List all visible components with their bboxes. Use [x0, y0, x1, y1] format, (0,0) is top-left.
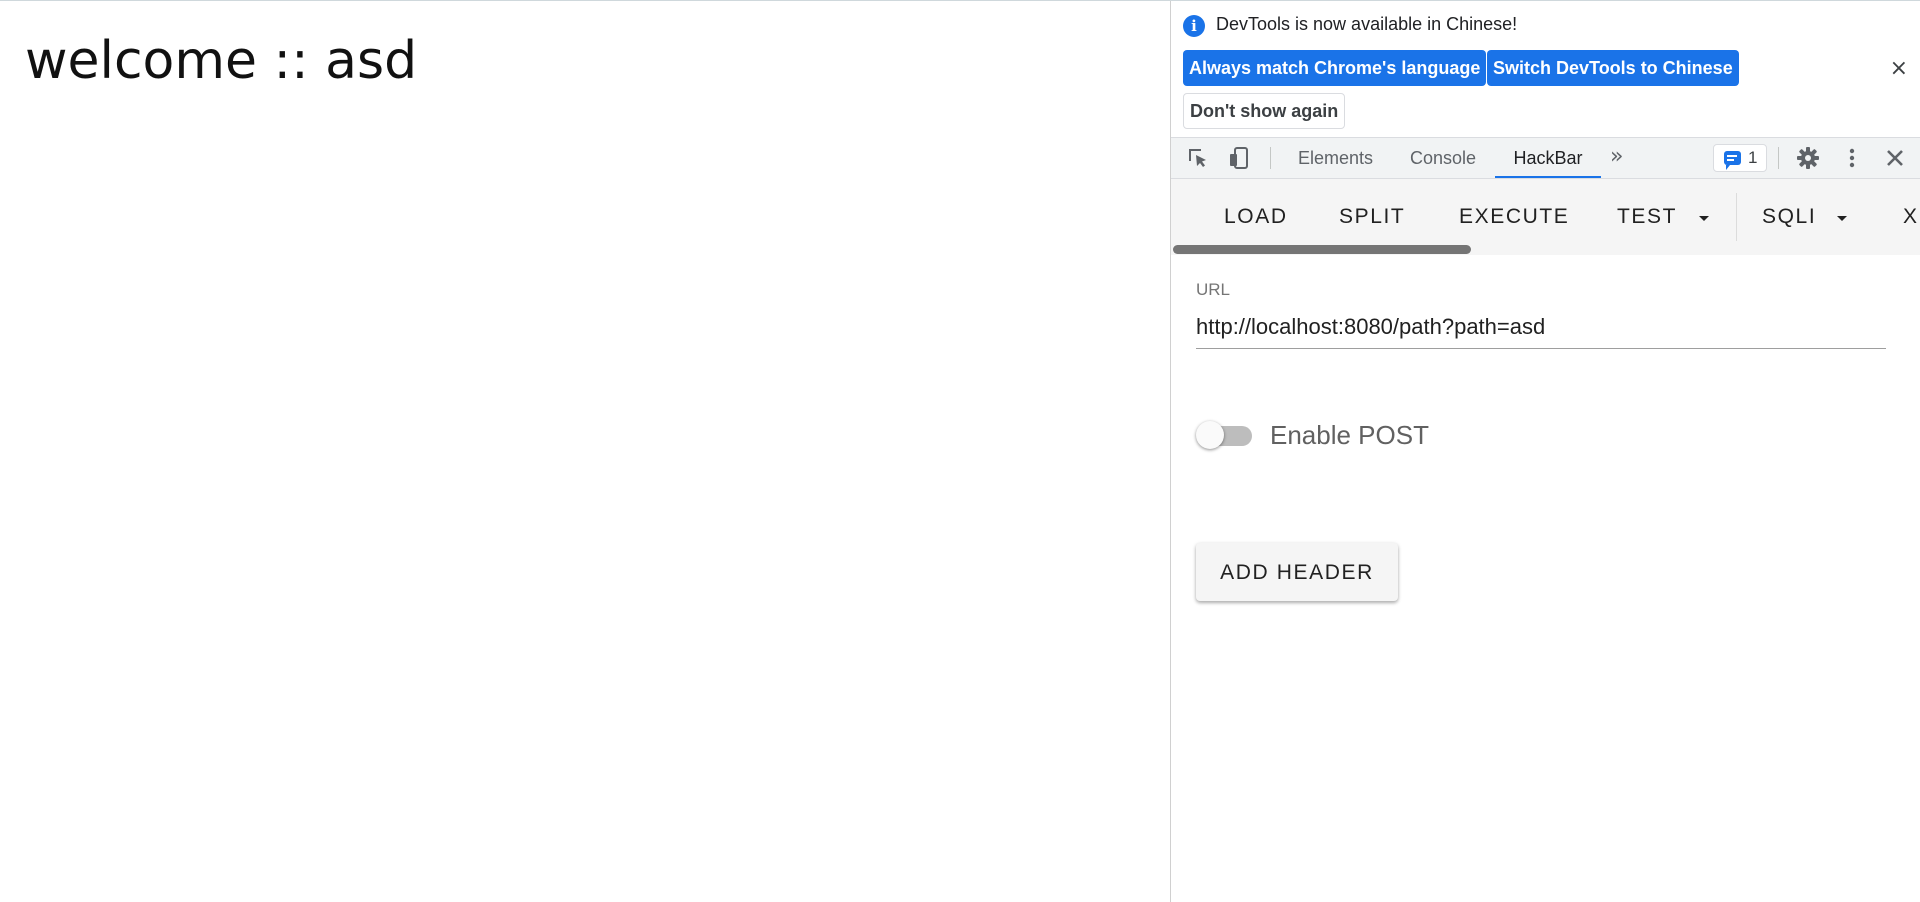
sqli-dropdown-caret-icon [1837, 216, 1847, 221]
load-button[interactable]: LOAD [1224, 205, 1288, 229]
hackbar-menu: LOAD SPLIT EXECUTE TEST SQLI X [1171, 179, 1920, 255]
inspect-element-icon[interactable] [1186, 146, 1210, 170]
next-menu-button-partial[interactable]: X [1903, 205, 1919, 229]
menu-separator [1736, 193, 1737, 241]
tab-console[interactable]: Console [1410, 138, 1482, 178]
more-tabs-icon[interactable]: » [1610, 144, 1623, 169]
tab-elements[interactable]: Elements [1298, 138, 1378, 178]
device-toolbar-icon[interactable] [1227, 146, 1251, 170]
language-infobar: i DevTools is now available in Chinese! … [1171, 1, 1920, 137]
always-match-language-button[interactable]: Always match Chrome's language [1183, 50, 1487, 86]
sqli-menu-button[interactable]: SQLI [1762, 205, 1816, 229]
enable-post-toggle[interactable] [1196, 420, 1256, 450]
toggle-thumb [1196, 421, 1224, 449]
info-icon: i [1183, 15, 1205, 37]
test-menu-button[interactable]: TEST [1617, 205, 1677, 229]
toolbar-separator [1778, 147, 1779, 169]
switch-to-chinese-button[interactable]: Switch DevTools to Chinese [1487, 50, 1739, 86]
tab-hackbar[interactable]: HackBar [1495, 138, 1601, 178]
close-infobar-icon[interactable]: × [1890, 56, 1908, 81]
issues-count: 1 [1748, 148, 1758, 167]
url-input[interactable] [1196, 305, 1886, 349]
devtools-tab-bar: Elements Console HackBar » 1 [1171, 137, 1920, 179]
toolbar-separator [1270, 147, 1271, 169]
infobar-message: DevTools is now available in Chinese! [1216, 14, 1518, 34]
dont-show-again-button[interactable]: Don't show again [1183, 93, 1346, 129]
split-button[interactable]: SPLIT [1339, 205, 1405, 229]
close-devtools-icon[interactable] [1883, 146, 1907, 170]
enable-post-label: Enable POST [1270, 420, 1429, 450]
more-options-icon[interactable] [1840, 146, 1864, 170]
devtools-panel: i DevTools is now available in Chinese! … [1170, 1, 1920, 902]
issues-button[interactable]: 1 [1713, 144, 1767, 172]
add-header-button[interactable]: ADD HEADER [1196, 543, 1398, 601]
web-page: welcome :: asd [0, 1, 1170, 902]
test-dropdown-caret-icon [1699, 216, 1709, 221]
page-heading: welcome :: asd [25, 31, 418, 91]
url-field-label: URL [1196, 280, 1231, 299]
settings-gear-icon[interactable] [1796, 146, 1820, 170]
menu-horizontal-scrollbar[interactable] [1173, 245, 1471, 254]
issues-icon [1724, 151, 1741, 170]
execute-button[interactable]: EXECUTE [1459, 205, 1569, 229]
